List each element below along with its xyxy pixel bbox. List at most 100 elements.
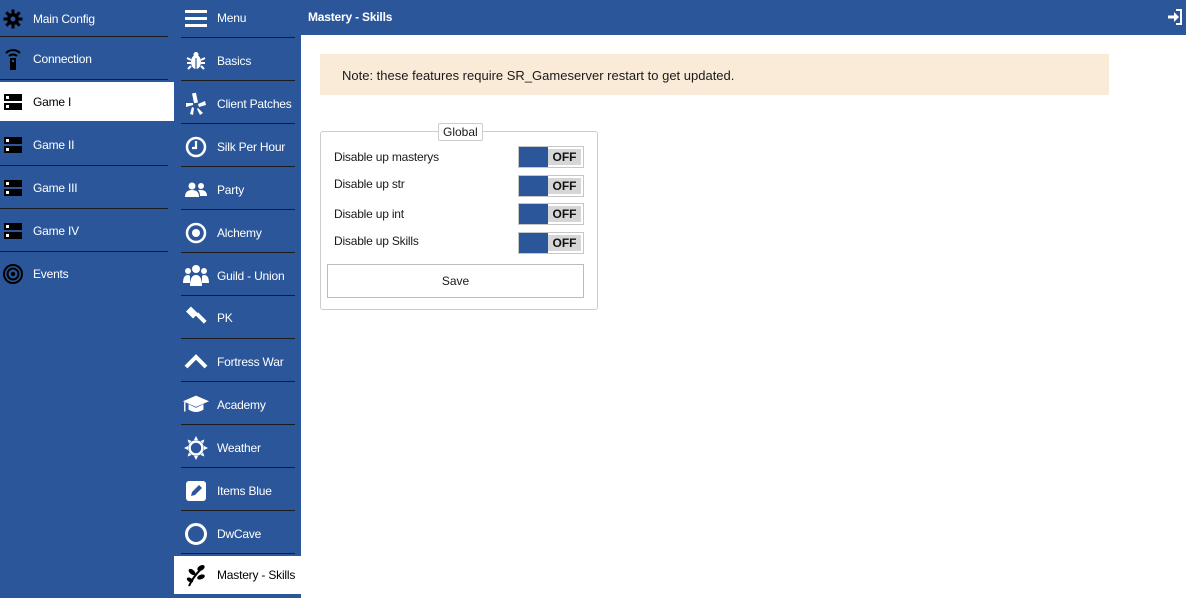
sub-nav-label: PK: [217, 310, 233, 325]
divider: [181, 37, 295, 38]
circle-icon: [182, 520, 210, 548]
hamburger-icon: [182, 4, 210, 32]
note-text: Note: these features require SR_Gameserv…: [342, 68, 735, 83]
graduation-cap-icon: [182, 391, 210, 419]
nav-label: Game II: [33, 137, 75, 152]
nav-label: Connection: [33, 51, 92, 66]
server-icon: [2, 220, 24, 242]
toggle-state: OFF: [548, 206, 581, 222]
toggle-state: OFF: [548, 178, 581, 194]
sub-nav-label: Items Blue: [217, 483, 272, 498]
sub-nav-label: DwCave: [217, 526, 262, 541]
nav-item-game-2[interactable]: Game II: [0, 126, 168, 163]
sign-in-icon[interactable]: [1167, 9, 1183, 25]
users-icon: [182, 176, 210, 204]
leaf-icon: [182, 561, 210, 589]
sub-nav-item-basics[interactable]: Basics: [174, 40, 295, 81]
clock-icon: [182, 133, 210, 161]
divider: [0, 208, 168, 209]
nav-label: Game I: [33, 94, 72, 109]
global-groupbox: Global Disable up masterys OFF Disable u…: [320, 123, 598, 310]
sub-nav-item-silk-per-hour[interactable]: Silk Per Hour: [174, 126, 295, 167]
divider: [181, 510, 295, 511]
toggle-disable-str[interactable]: OFF: [518, 175, 584, 197]
divider: [0, 79, 168, 80]
nav-label: Main Config: [33, 11, 95, 26]
server-icon: [2, 91, 24, 113]
toggle-disable-int[interactable]: OFF: [518, 203, 584, 225]
nav-item-connection[interactable]: Connection: [0, 40, 168, 77]
sub-nav-item-items-blue[interactable]: Items Blue: [174, 470, 295, 511]
toggle-knob: [519, 176, 548, 196]
divider: [0, 36, 168, 37]
restart-note: Note: these features require SR_Gameserv…: [320, 54, 1109, 95]
toggle-state: OFF: [548, 235, 581, 251]
divider: [181, 467, 295, 468]
toggle-knob: [519, 204, 548, 224]
sub-nav-item-party[interactable]: Party: [174, 169, 295, 210]
target-icon: [2, 263, 24, 285]
divider: [0, 251, 168, 252]
sub-nav-item-dwcave[interactable]: DwCave: [174, 513, 295, 554]
sub-nav-item-guild-union[interactable]: Guild - Union: [174, 255, 295, 296]
chevron-up-icon: [182, 348, 210, 376]
sub-nav-item-academy[interactable]: Academy: [174, 384, 295, 425]
nav-item-game-3[interactable]: Game III: [0, 169, 168, 206]
toggle-state: OFF: [548, 149, 581, 165]
option-label-masterys: Disable up masterys: [334, 150, 439, 164]
divider: [181, 381, 295, 382]
gear-icon: [2, 8, 24, 30]
nav-item-main-config[interactable]: Main Config: [0, 0, 168, 37]
sub-nav-label: Academy: [217, 397, 266, 412]
divider: [181, 209, 295, 210]
sub-nav-label: Alchemy: [217, 225, 262, 240]
save-button[interactable]: Save: [327, 264, 584, 298]
sub-nav-item-pk[interactable]: PK: [174, 297, 295, 338]
sub-nav-item-menu[interactable]: Menu: [174, 0, 295, 38]
nav-item-game-1[interactable]: Game I: [0, 82, 174, 121]
sub-nav-label: Menu: [217, 10, 247, 25]
toggle-disable-skills[interactable]: OFF: [518, 232, 584, 254]
option-label-int: Disable up int: [334, 207, 404, 221]
option-label-str: Disable up str: [334, 177, 405, 191]
sub-nav-item-client-patches[interactable]: Client Patches: [174, 83, 295, 124]
nav-label: Events: [33, 266, 69, 281]
sub-nav-label: Fortress War: [217, 354, 284, 369]
divider: [181, 424, 295, 425]
dot-circle-icon: [182, 219, 210, 247]
sub-nav-item-mastery-skills[interactable]: Mastery - Skills: [174, 556, 301, 594]
divider: [181, 252, 295, 253]
yelp-icon: [182, 90, 210, 118]
toggle-disable-masterys[interactable]: OFF: [518, 146, 584, 168]
sub-nav-label: Party: [217, 182, 245, 197]
divider: [181, 338, 295, 339]
nav-label: Game IV: [33, 223, 79, 238]
remote-icon: [2, 48, 24, 70]
sub-nav-item-alchemy[interactable]: Alchemy: [174, 212, 295, 253]
server-icon: [2, 134, 24, 156]
nav-item-game-4[interactable]: Game IV: [0, 212, 168, 249]
group-icon: [182, 262, 210, 290]
divider: [181, 80, 295, 81]
sub-nav-label: Guild - Union: [217, 268, 285, 283]
sub-nav-label: Mastery - Skills: [217, 568, 296, 582]
divider: [181, 553, 295, 554]
sub-nav-label: Silk Per Hour: [217, 139, 286, 154]
divider: [181, 166, 295, 167]
nav-item-events[interactable]: Events: [0, 255, 168, 292]
option-label-skills: Disable up Skills: [334, 234, 419, 248]
sub-nav-item-weather[interactable]: Weather: [174, 427, 295, 468]
left-nav: Main Config Connection Game I Game II Ga…: [0, 0, 174, 598]
pencil-square-icon: [182, 477, 210, 505]
bug-icon: [182, 47, 210, 75]
page-title: Mastery - Skills: [308, 10, 393, 24]
gavel-icon: [182, 304, 210, 332]
toggle-knob: [519, 147, 548, 167]
toggle-knob: [519, 233, 548, 253]
nav-label: Game III: [33, 180, 78, 195]
header: Mastery - Skills: [301, 0, 1186, 35]
sun-icon: [182, 434, 210, 462]
sub-nav-item-fortress-war[interactable]: Fortress War: [174, 341, 295, 382]
server-icon: [2, 177, 24, 199]
sub-nav: Menu Basics Client Patches Silk Per Hour…: [174, 0, 301, 598]
